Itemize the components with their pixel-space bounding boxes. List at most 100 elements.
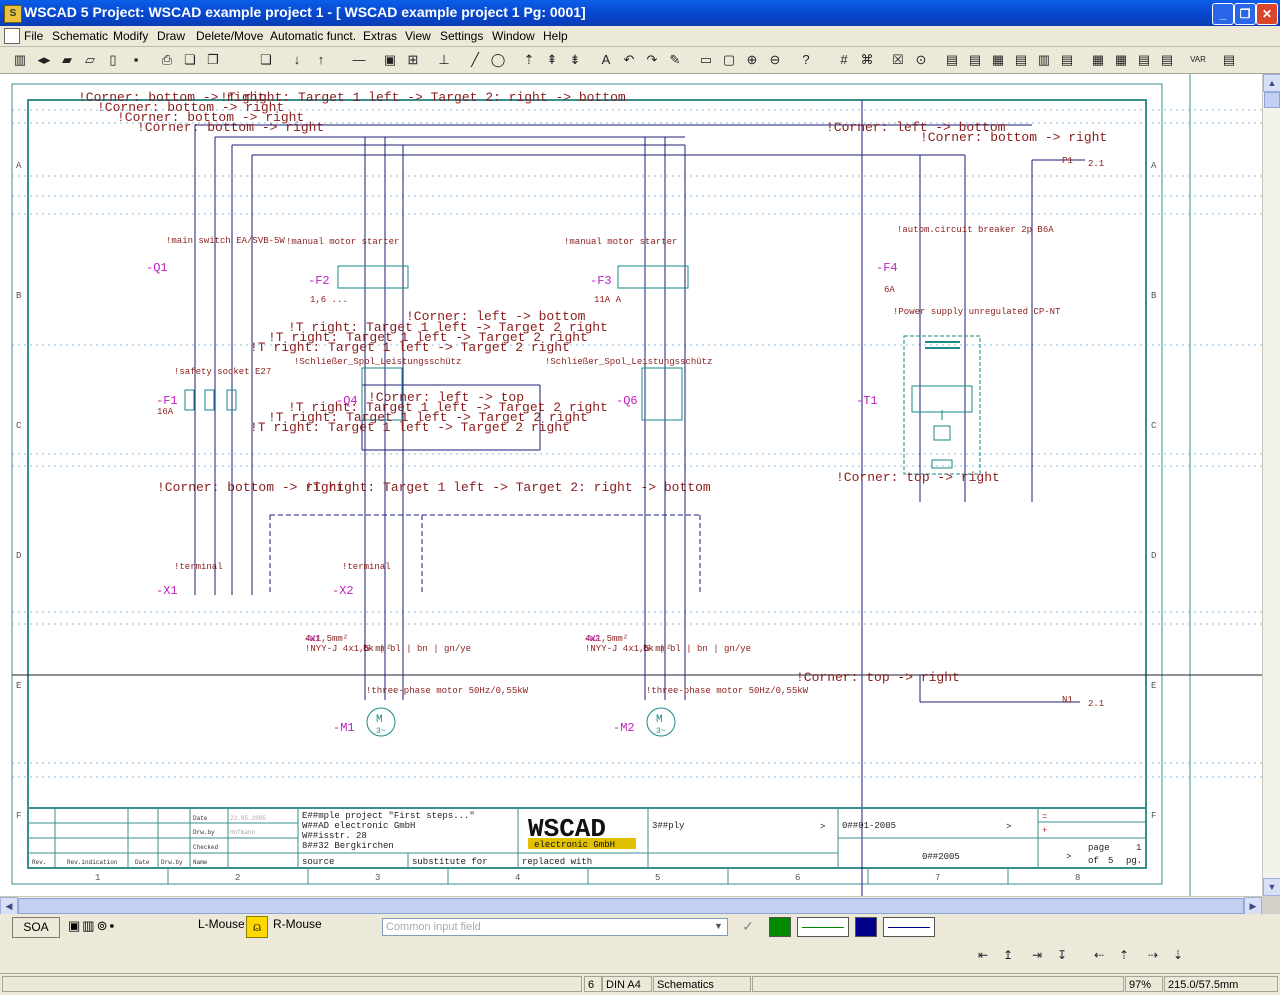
connect-icon[interactable]: ⊞ [403,50,423,70]
mode-icons[interactable]: ▣▥⊚▪ [68,918,130,936]
zoom-in-icon[interactable]: ⊕ [742,50,762,70]
menu-draw[interactable]: Draw [157,29,185,43]
drawing-canvas[interactable]: AA BB CC DD EE FF 1 2 3 4 5 6 7 8 !Corne… [0,74,1262,896]
text-icon[interactable]: A [596,50,616,70]
list5-icon[interactable]: ▥ [1034,50,1054,70]
vertical-scroll-thumb[interactable] [1264,92,1280,108]
pin-icon[interactable]: ⇡ [519,50,539,70]
var-icon[interactable]: VAR [1188,50,1208,70]
horizontal-scrollbar[interactable]: ◀ ▶ [0,896,1262,915]
draw-line-icon[interactable]: ╱ [465,50,485,70]
wire-icon[interactable]: ⊥ [434,50,454,70]
help-icon[interactable]: ? [796,50,816,70]
scroll-up-icon[interactable]: ▲ [1263,74,1280,92]
undo-icon[interactable]: ↶ [619,50,639,70]
left-mouse-label: L-Mouse [198,917,245,931]
symbol-icon[interactable]: ▣ [380,50,400,70]
redo-icon[interactable]: ↷ [642,50,662,70]
pen-icon[interactable]: ✎ [665,50,685,70]
scroll-down-icon[interactable]: ▼ [1263,878,1280,896]
status-count: 6 [584,976,602,992]
menu-automatic-funct[interactable]: Automatic funct. [270,29,356,43]
menu-window[interactable]: Window [492,29,535,43]
copy-icon[interactable]: ❏ [180,50,200,70]
arrow-up-icon[interactable]: ↑ [311,50,331,70]
menu-delete-move[interactable]: Delete/Move [196,29,263,43]
page-b-icon[interactable]: ▦ [1111,50,1131,70]
copy2-icon[interactable]: ❑ [256,50,276,70]
nav-up-icon[interactable]: ↥ [997,944,1019,966]
confirm-check-icon[interactable]: ✓ [736,918,760,936]
column-icon[interactable]: ▥ [10,50,30,70]
nav-prev-page-icon[interactable]: ⇠ [1088,944,1110,966]
new-page-icon[interactable]: ▯ [103,50,123,70]
horizontal-scroll-thumb[interactable] [18,898,1244,914]
open-icon[interactable]: ▱ [80,50,100,70]
blue-line-style-swatch[interactable] [883,917,935,937]
svg-text:F: F [1151,811,1156,821]
rectangle-icon[interactable]: ▭ [696,50,716,70]
q6-description: !Schließer_Spol_Leistungsschütz [545,357,712,367]
soa-button[interactable]: SOA [12,917,60,938]
zoom-out-icon[interactable]: ⊖ [765,50,785,70]
terminal-icon[interactable]: ⊙ [911,50,931,70]
rev-header-date: Date [135,859,150,866]
page-d-icon[interactable]: ▤ [1157,50,1177,70]
nav-down-page-icon[interactable]: ⇣ [1167,944,1189,966]
paste-icon[interactable]: ❐ [203,50,223,70]
cross-ref-icon[interactable]: ⌘ [857,50,877,70]
pin2-icon[interactable]: ⇞ [542,50,562,70]
numbering-icon[interactable]: # [834,50,854,70]
svg-text:3~: 3~ [656,727,666,736]
title-plus-sign: + [1042,826,1047,836]
close-button[interactable]: ✕ [1256,3,1278,25]
common-input-field[interactable]: Common input field [382,918,728,936]
wscad-logo: WSCAD electronic GmbH [528,814,636,850]
menu-extras[interactable]: Extras [363,29,397,43]
nav-up-page-icon[interactable]: ⇡ [1113,944,1135,966]
page-c-icon[interactable]: ▤ [1134,50,1154,70]
minimize-button[interactable]: _ [1212,3,1234,25]
zoom-window-icon[interactable]: ▢ [719,50,739,70]
sps-icon[interactable]: ▤ [1219,50,1239,70]
list-icon[interactable]: ▤ [942,50,962,70]
page-a-icon[interactable]: ▦ [1088,50,1108,70]
menu-file[interactable]: File [24,29,43,43]
document-icon[interactable] [4,28,20,44]
input-dropdown-icon[interactable]: ▼ [711,919,726,934]
list6-icon[interactable]: ▤ [1057,50,1077,70]
scroll-left-icon[interactable]: ◀ [0,897,18,915]
ellipse-icon[interactable]: ◯ [488,50,508,70]
svg-text:D: D [1151,551,1156,561]
menu-settings[interactable]: Settings [440,29,483,43]
nav-next-page-icon[interactable]: ⇢ [1142,944,1164,966]
green-line-style-swatch[interactable] [797,917,849,937]
menu-modify[interactable]: Modify [113,29,148,43]
menu-help[interactable]: Help [543,29,568,43]
scroll-right-icon[interactable]: ▶ [1244,897,1262,915]
arrow-down-icon[interactable]: ↓ [287,50,307,70]
menu-schematic[interactable]: Schematic [52,29,108,43]
menu-view[interactable]: View [405,29,431,43]
vertical-scrollbar[interactable]: ▲ ▼ [1262,74,1280,896]
nav-next-icon[interactable]: ⇥ [1026,944,1048,966]
pin3-icon[interactable]: ⇟ [565,50,585,70]
save-icon[interactable]: ▪ [126,50,146,70]
maximize-button[interactable]: ❐ [1234,3,1256,25]
f2-rating: 1,6 ... [310,295,348,305]
transfer-icon[interactable]: ◂▸ [34,50,54,70]
wscad-app-icon[interactable]: S [4,5,22,23]
print-icon[interactable]: ⎙ [157,50,177,70]
list2-icon[interactable]: ▤ [965,50,985,70]
line-icon[interactable]: — [349,50,369,70]
blue-color-swatch[interactable] [855,917,877,937]
nav-first-icon[interactable]: ⇤ [972,944,994,966]
open-folder-icon[interactable]: ▰ [57,50,77,70]
nav-down-icon[interactable]: ↧ [1051,944,1073,966]
title-page-number: 1 [1136,843,1141,853]
bom-icon[interactable]: ☒ [888,50,908,70]
list3-icon[interactable]: ▦ [988,50,1008,70]
green-color-swatch[interactable] [769,917,791,937]
list4-icon[interactable]: ▤ [1011,50,1031,70]
m1-description: !three-phase motor 50Hz/0,55kW [366,686,529,696]
